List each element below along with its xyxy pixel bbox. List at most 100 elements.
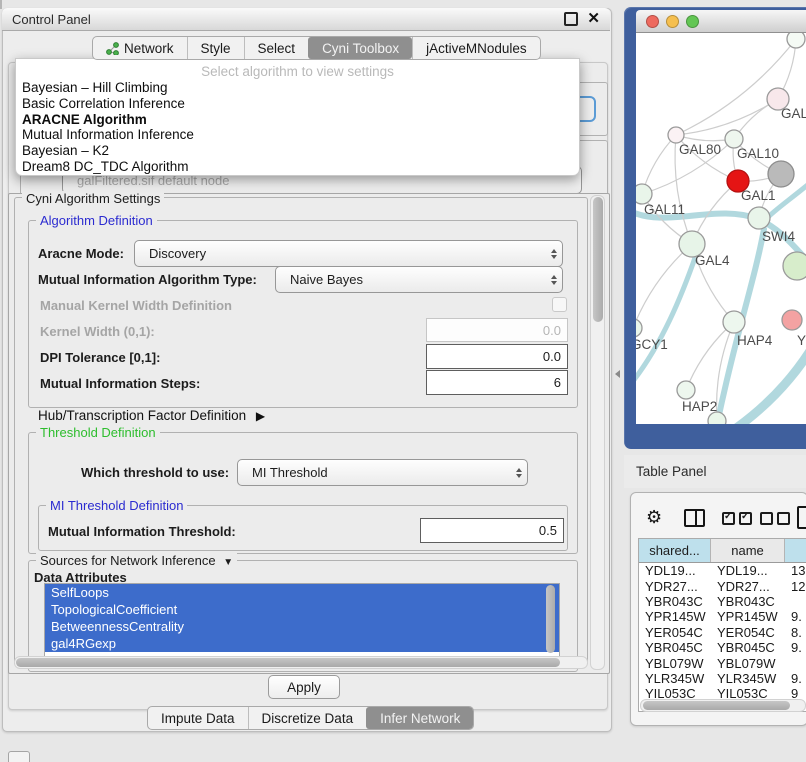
mac-minimize-button[interactable] bbox=[666, 15, 679, 28]
algorithm-definition-title: Algorithm Definition bbox=[36, 213, 157, 228]
tab-network[interactable]: Network bbox=[93, 37, 187, 59]
network-node[interactable] bbox=[768, 161, 794, 187]
bottom-tab-strip: Impute DataDiscretize DataInfer Network bbox=[147, 706, 474, 730]
kernel-width-label: Kernel Width (0,1): bbox=[40, 324, 155, 339]
aracne-mode-combo[interactable]: Discovery bbox=[134, 240, 563, 267]
deselect-all-checkboxes-icon[interactable] bbox=[760, 512, 790, 525]
network-node[interactable] bbox=[782, 310, 802, 330]
tab-style[interactable]: Style bbox=[187, 37, 244, 59]
table-hscrollbar-thumb[interactable] bbox=[643, 701, 790, 710]
stepper-icon bbox=[545, 267, 562, 292]
which-threshold-combo[interactable]: MI Threshold bbox=[237, 459, 528, 486]
table-row[interactable]: YLR345WYLR345W9. bbox=[639, 671, 806, 686]
table-column-header[interactable]: shared... bbox=[639, 539, 711, 562]
hub-expander[interactable]: Hub/Transcription Factor Definition ▶ bbox=[38, 408, 265, 423]
table-row[interactable]: YER054CYER054C8. bbox=[639, 625, 806, 640]
tab-cyni-toolbox[interactable]: Cyni Toolbox bbox=[308, 37, 412, 59]
sources-group-title[interactable]: Sources for Network Inference ▼ bbox=[36, 553, 237, 568]
table-cell: YDL19... bbox=[639, 563, 711, 578]
network-node[interactable] bbox=[677, 381, 695, 399]
tab-label: jActiveMNodules bbox=[426, 41, 527, 56]
table-row[interactable]: YDR27...YDR27...12 bbox=[639, 578, 806, 593]
docked-tool-icon[interactable] bbox=[8, 751, 30, 762]
mac-zoom-button[interactable] bbox=[686, 15, 699, 28]
node-label: GCY1 bbox=[636, 337, 668, 352]
network-node[interactable] bbox=[668, 127, 684, 143]
manual-kernel-checkbox[interactable] bbox=[552, 297, 567, 312]
data-attributes-list: SelfLoopsTopologicalCoefficientBetweenne… bbox=[44, 583, 560, 657]
network-node[interactable] bbox=[748, 207, 770, 229]
tab-jactivemnodules[interactable]: jActiveMNodules bbox=[412, 37, 540, 59]
network-node[interactable] bbox=[636, 319, 642, 337]
algorithm-option[interactable]: ARACNE Algorithm bbox=[18, 112, 579, 128]
algorithm-option[interactable]: Bayesian – K2 bbox=[18, 143, 579, 159]
bottom-tab-impute-data[interactable]: Impute Data bbox=[148, 707, 248, 729]
bottom-tab-discretize-data[interactable]: Discretize Data bbox=[248, 707, 367, 729]
apply-button[interactable]: Apply bbox=[268, 675, 340, 699]
panel-collapse-arrow-icon[interactable] bbox=[615, 370, 620, 378]
tab-label: Style bbox=[201, 41, 231, 56]
algorithm-option[interactable]: Basic Correlation Inference bbox=[18, 96, 579, 112]
table-row[interactable]: YDL19...YDL19...13 bbox=[639, 563, 806, 578]
network-node[interactable] bbox=[723, 311, 745, 333]
mi-type-combo[interactable]: Naive Bayes bbox=[275, 266, 563, 293]
data-attribute-item[interactable]: SelfLoops bbox=[45, 584, 559, 601]
aracne-mode-label: Aracne Mode: bbox=[38, 246, 124, 261]
network-edge[interactable] bbox=[676, 99, 778, 135]
mac-close-button[interactable] bbox=[646, 15, 659, 28]
network-edge-thick[interactable] bbox=[636, 255, 696, 385]
node-label: GAL11 bbox=[644, 202, 685, 217]
bottom-tab-infer-network[interactable]: Infer Network bbox=[366, 707, 473, 729]
table-cell: YBL079W bbox=[639, 656, 711, 671]
data-attribute-item[interactable]: gal4RGexp bbox=[45, 635, 559, 652]
algorithm-option[interactable]: Dream8 DC_TDC Algorithm bbox=[18, 159, 579, 175]
close-icon[interactable]: ✕ bbox=[587, 14, 600, 24]
dpi-tolerance-field[interactable]: 0.0 bbox=[426, 344, 568, 369]
network-node[interactable] bbox=[783, 252, 806, 280]
table-row[interactable]: YBL079WYBL079W bbox=[639, 655, 806, 670]
export-table-icon[interactable] bbox=[797, 506, 806, 529]
split-columns-icon[interactable] bbox=[684, 509, 705, 527]
tab-select[interactable]: Select bbox=[244, 37, 309, 59]
network-node[interactable] bbox=[787, 33, 805, 48]
kernel-width-field[interactable]: 0.0 bbox=[426, 318, 568, 342]
algorithm-option[interactable]: Mutual Information Inference bbox=[18, 127, 579, 143]
network-node[interactable] bbox=[708, 412, 726, 424]
mi-threshold-field[interactable]: 0.5 bbox=[420, 518, 564, 543]
network-canvas[interactable]: GAL7GAL80GAL10GAL1GAL11SWI4GAL4HAP4YGCY1… bbox=[636, 33, 806, 424]
algorithm-option[interactable]: Bayesian – Hill Climbing bbox=[18, 80, 579, 96]
table-row[interactable]: YBR045CYBR045C9. bbox=[639, 640, 806, 655]
table-row[interactable]: YBR043CYBR043C bbox=[639, 594, 806, 609]
table-cell: YER054C bbox=[639, 625, 711, 640]
network-edge-thick[interactable] bbox=[732, 351, 806, 424]
select-all-checkboxes-icon[interactable] bbox=[722, 512, 752, 525]
data-attribute-item[interactable]: TopologicalCoefficient bbox=[45, 601, 559, 618]
gear-icon[interactable]: ⚙ bbox=[646, 508, 662, 526]
network-node[interactable] bbox=[636, 184, 652, 204]
table-column-header[interactable] bbox=[785, 539, 806, 562]
node-label: GAL80 bbox=[679, 142, 721, 157]
table-body: YDL19...YDL19...13YDR27...YDR27...12YBR0… bbox=[639, 563, 806, 702]
settings-hscrollbar-thumb[interactable] bbox=[16, 658, 560, 667]
table-cell: 12 bbox=[785, 579, 806, 594]
data-attribute-item[interactable]: BetweennessCentrality bbox=[45, 618, 559, 635]
table-cell: 13 bbox=[785, 563, 806, 578]
mi-steps-field[interactable]: 6 bbox=[426, 370, 568, 395]
node-label: GAL10 bbox=[737, 146, 779, 161]
app-root: Control Panel ✕ galFiltered.sif default … bbox=[0, 0, 806, 762]
float-window-icon[interactable] bbox=[564, 12, 578, 26]
table-cell: YLR345W bbox=[711, 671, 785, 686]
attributes-vscrollbar-thumb[interactable] bbox=[546, 585, 555, 653]
top-tab-strip: Network Style Select Cyni Toolbox jActiveMNo… bbox=[92, 36, 541, 60]
which-threshold-value: MI Threshold bbox=[238, 465, 510, 480]
tab-label: Cyni Toolbox bbox=[322, 41, 399, 56]
threshold-definition-title: Threshold Definition bbox=[36, 425, 160, 440]
table-header-row: shared...name bbox=[639, 539, 806, 563]
table-cell: YER054C bbox=[711, 625, 785, 640]
table-row[interactable]: YPR145WYPR145W9. bbox=[639, 609, 806, 624]
network-icon bbox=[106, 42, 119, 55]
table-cell: YDR27... bbox=[639, 579, 711, 594]
network-window-titlebar bbox=[636, 10, 806, 33]
settings-vscrollbar-thumb[interactable] bbox=[593, 197, 603, 322]
table-column-header[interactable]: name bbox=[711, 539, 785, 562]
